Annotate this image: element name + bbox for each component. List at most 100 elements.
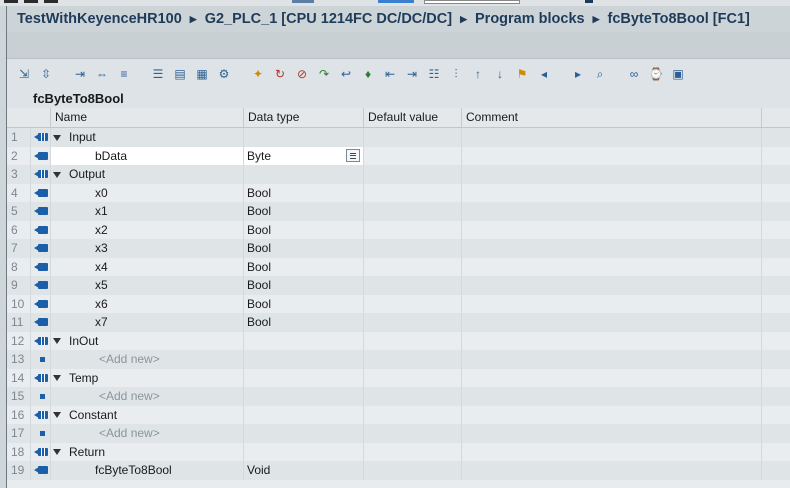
next-bookmark-icon[interactable]: ▸ <box>569 65 587 83</box>
parameter-row[interactable]: 4 x0 Bool <box>7 183 790 202</box>
add-row-icon[interactable]: ⇳ <box>37 65 55 83</box>
list-icon[interactable]: ▤ <box>171 65 189 83</box>
default-value-cell[interactable] <box>364 350 462 369</box>
expand-icon[interactable]: ⇥ <box>71 65 89 83</box>
data-type-cell[interactable]: Void <box>244 461 364 480</box>
default-value-cell[interactable] <box>364 313 462 332</box>
header-name[interactable]: Name <box>51 108 244 127</box>
default-value-cell[interactable] <box>364 276 462 295</box>
comment-cell[interactable] <box>462 183 762 202</box>
jump-icon[interactable]: ↷ <box>315 65 333 83</box>
default-value-cell[interactable] <box>364 239 462 258</box>
parameter-row[interactable]: 19 fcByteTo8Bool Void <box>7 461 790 480</box>
prev-bookmark-icon[interactable]: ◂ <box>535 65 553 83</box>
settings-icon[interactable]: ⚙ <box>215 65 233 83</box>
data-type-cell[interactable] <box>244 331 364 350</box>
network-icon[interactable]: ♦ <box>359 65 377 83</box>
watch-icon[interactable]: ⌚ <box>647 65 665 83</box>
breadcrumb-project[interactable]: TestWithKeyenceHR100 <box>17 11 182 27</box>
default-value-cell[interactable] <box>364 202 462 221</box>
outdent-icon[interactable]: ⇥ <box>403 65 421 83</box>
comment-cell[interactable] <box>462 461 762 480</box>
default-value-cell[interactable] <box>364 257 462 276</box>
parameter-name-cell[interactable]: fcByteTo8Bool <box>51 461 244 480</box>
add-new-row[interactable]: 15 <Add new> <box>7 387 790 406</box>
data-type-cell[interactable]: Bool <box>244 294 364 313</box>
add-new-cell[interactable]: <Add new> <box>51 387 244 406</box>
data-type-cell[interactable]: Bool <box>244 313 364 332</box>
parameter-row[interactable]: 11 x7 Bool <box>7 313 790 332</box>
default-value-cell[interactable] <box>364 331 462 350</box>
breadcrumb-device[interactable]: G2_PLC_1 [CPU 1214FC DC/DC/DC] <box>205 11 452 27</box>
data-type-cell[interactable]: Bool <box>244 257 364 276</box>
data-type-cell[interactable] <box>244 128 364 147</box>
data-type-cell[interactable] <box>244 165 364 184</box>
parameter-name-cell[interactable]: x1 <box>51 202 244 221</box>
parameter-row[interactable]: 7 x3 Bool <box>7 239 790 258</box>
align-icon[interactable]: ☷ <box>425 65 443 83</box>
default-value-cell[interactable] <box>364 165 462 184</box>
comment-cell[interactable] <box>462 257 762 276</box>
parameter-row[interactable]: 9 x5 Bool <box>7 276 790 295</box>
collapse-triangle-icon[interactable] <box>53 375 61 382</box>
section-name-cell[interactable]: Temp <box>51 368 244 387</box>
db-icon[interactable]: ▣ <box>669 65 687 83</box>
comment-cell[interactable] <box>462 368 762 387</box>
parameter-row[interactable]: 6 x2 Bool <box>7 220 790 239</box>
data-type-cell[interactable]: Bool <box>244 220 364 239</box>
default-value-cell[interactable] <box>364 387 462 406</box>
breadcrumb-block[interactable]: fcByteTo8Bool [FC1] <box>608 11 750 27</box>
default-value-cell[interactable] <box>364 405 462 424</box>
data-type-cell[interactable] <box>244 368 364 387</box>
comment-cell[interactable] <box>462 350 762 369</box>
return-icon[interactable]: ↩ <box>337 65 355 83</box>
data-type-cell[interactable]: Bool <box>244 276 364 295</box>
parameter-row[interactable]: 8 x4 Bool <box>7 257 790 276</box>
section-row[interactable]: 18 Return <box>7 442 790 461</box>
default-value-cell[interactable] <box>364 424 462 443</box>
parameter-name-cell[interactable]: bData <box>51 146 244 165</box>
split-icon[interactable]: ⫶ <box>447 65 465 83</box>
move-up-icon[interactable]: ↑ <box>469 65 487 83</box>
add-new-row[interactable]: 13 <Add new> <box>7 350 790 369</box>
section-row[interactable]: 12 InOut <box>7 331 790 350</box>
collapse-icon[interactable]: ≡ <box>115 65 133 83</box>
parameter-name-cell[interactable]: x0 <box>51 183 244 202</box>
data-type-cell[interactable]: Bool <box>244 183 364 202</box>
glasses-icon[interactable]: ∞ <box>625 65 643 83</box>
header-data-type[interactable]: Data type <box>244 108 364 127</box>
collapse-triangle-icon[interactable] <box>53 338 61 345</box>
comment-cell[interactable] <box>462 220 762 239</box>
section-name-cell[interactable]: Constant <box>51 405 244 424</box>
default-value-cell[interactable] <box>364 294 462 313</box>
default-value-cell[interactable] <box>364 220 462 239</box>
bookmark-icon[interactable]: ⚑ <box>513 65 531 83</box>
section-row[interactable]: 1 Input <box>7 128 790 147</box>
call-icon[interactable]: ↻ <box>271 65 289 83</box>
add-new-cell[interactable]: <Add new> <box>51 350 244 369</box>
move-down-icon[interactable]: ↓ <box>491 65 509 83</box>
data-type-cell[interactable] <box>244 405 364 424</box>
collapse-triangle-icon[interactable] <box>53 449 61 456</box>
default-value-cell[interactable] <box>364 183 462 202</box>
default-value-cell[interactable] <box>364 368 462 387</box>
breadcrumb-program-blocks[interactable]: Program blocks <box>475 11 585 27</box>
comment-cell[interactable] <box>462 313 762 332</box>
indent-icon[interactable]: ⇤ <box>381 65 399 83</box>
stop-icon[interactable]: ⊘ <box>293 65 311 83</box>
comment-cell[interactable] <box>462 128 762 147</box>
comment-cell[interactable] <box>462 387 762 406</box>
parameter-name-cell[interactable]: x2 <box>51 220 244 239</box>
comment-cell[interactable] <box>462 331 762 350</box>
header-comment[interactable]: Comment <box>462 108 762 127</box>
comment-cell[interactable] <box>462 239 762 258</box>
parameter-name-cell[interactable]: x5 <box>51 276 244 295</box>
collapse-triangle-icon[interactable] <box>53 412 61 419</box>
comment-cell[interactable] <box>462 405 762 424</box>
properties-icon[interactable]: ☰ <box>149 65 167 83</box>
star-icon[interactable]: ✦ <box>249 65 267 83</box>
data-type-cell[interactable] <box>244 350 364 369</box>
default-value-cell[interactable] <box>364 461 462 480</box>
default-value-cell[interactable] <box>364 146 462 165</box>
default-value-cell[interactable] <box>364 442 462 461</box>
